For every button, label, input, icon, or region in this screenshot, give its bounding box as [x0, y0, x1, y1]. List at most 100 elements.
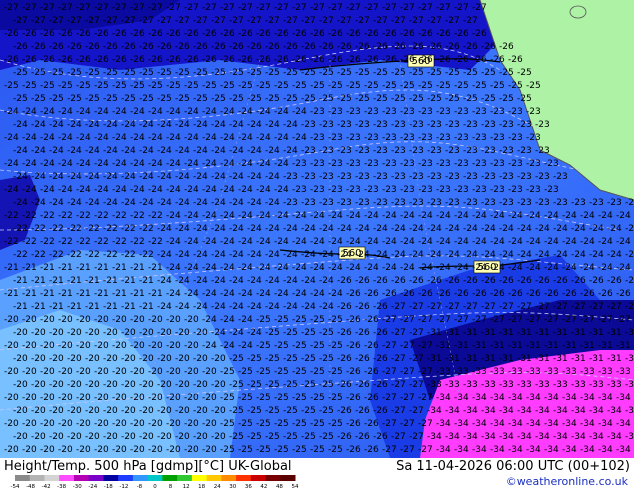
- temperature-label: -24: [436, 237, 451, 247]
- temperature-label: -25: [517, 68, 532, 78]
- temperature-label: -24: [256, 263, 271, 273]
- temperature-label: -34: [508, 393, 523, 403]
- temperature-label: -24: [175, 276, 190, 286]
- temperature-label: -20: [85, 432, 100, 442]
- temperature-label: -24: [229, 224, 244, 234]
- temperature-label: -23: [463, 198, 478, 208]
- temperature-label: -22: [121, 224, 136, 234]
- temperature-label: -26: [346, 315, 361, 325]
- temperature-label: -23: [346, 159, 361, 169]
- temperature-label: -27: [436, 315, 451, 325]
- temperature-label: -22: [94, 211, 109, 221]
- temperature-label: -26: [346, 445, 361, 455]
- temperature-label: -20: [103, 354, 118, 364]
- temperature-label: -24: [67, 172, 82, 182]
- temperature-label: -24: [76, 133, 91, 143]
- temperature-label: -24: [364, 211, 379, 221]
- temperature-label: -24: [85, 198, 100, 208]
- temperature-label: -25: [31, 68, 46, 78]
- temperature-label: -20: [148, 445, 163, 455]
- temperature-label: -26: [508, 289, 523, 299]
- temperature-label: -20: [166, 445, 181, 455]
- temperature-label: -24: [184, 133, 199, 143]
- temperature-label: -24: [553, 224, 568, 234]
- temperature-label: -24: [265, 120, 280, 130]
- temperature-label: -27: [436, 3, 451, 13]
- temperature-label: -27: [400, 367, 415, 377]
- temperature-label: -24: [274, 159, 289, 169]
- temperature-label: -24: [40, 185, 55, 195]
- temperature-label: -20: [184, 315, 199, 325]
- temperature-label: -24: [292, 263, 307, 273]
- temperature-label: -22: [4, 211, 19, 221]
- temperature-label: -25: [247, 94, 262, 104]
- temperature-label: -24: [220, 237, 235, 247]
- temperature-label: -20: [58, 445, 73, 455]
- temperature-label: -26: [472, 289, 487, 299]
- temperature-label: -25: [85, 68, 100, 78]
- temperature-label: -24: [364, 237, 379, 247]
- temperature-label: -23: [364, 133, 379, 143]
- temperature-label: -24: [130, 159, 145, 169]
- temperature-label: -25: [148, 81, 163, 91]
- temperature-label: -25: [445, 68, 460, 78]
- temperature-label: -24: [508, 211, 523, 221]
- temperature-label: -27: [319, 16, 334, 26]
- temperature-label: -27: [409, 406, 424, 416]
- temperature-label: -26: [400, 55, 415, 65]
- temperature-label: -26: [40, 29, 55, 39]
- temperature-label: -26: [463, 276, 478, 286]
- temperature-label: -26: [400, 289, 415, 299]
- temperature-label: -26: [58, 29, 73, 39]
- temperature-label: -26: [373, 302, 388, 312]
- temperature-label: -25: [283, 94, 298, 104]
- temperature-label: -20: [31, 328, 46, 338]
- temperature-label: -23: [445, 146, 460, 156]
- temperature-label: -24: [76, 107, 91, 117]
- temperature-label: -27: [562, 315, 577, 325]
- temperature-label: -24: [193, 276, 208, 286]
- temperature-label: -20: [175, 380, 190, 390]
- temperature-label: -27: [283, 16, 298, 26]
- legend-swatch: [265, 475, 281, 481]
- temperature-label: -26: [571, 276, 586, 286]
- temperature-label: -24: [139, 198, 154, 208]
- temperature-label: -20: [157, 354, 172, 364]
- credit-link[interactable]: ©weatheronline.co.uk: [506, 475, 628, 488]
- temperature-label: -24: [562, 237, 577, 247]
- temperature-label: -27: [94, 3, 109, 13]
- temperature-label: -22: [121, 250, 136, 260]
- temperature-label: -27: [130, 3, 145, 13]
- legend-swatch: [88, 475, 104, 481]
- temperature-label: -20: [184, 445, 199, 455]
- temperature-label: -20: [112, 419, 127, 429]
- temperature-label: -24: [391, 224, 406, 234]
- temperature-label: -26: [85, 42, 100, 52]
- temperature-label: -24: [193, 146, 208, 156]
- temperature-label: -25: [238, 445, 253, 455]
- temperature-label: -26: [418, 55, 433, 65]
- temperature-label: -24: [283, 302, 298, 312]
- temperature-label: -24: [103, 120, 118, 130]
- temperature-label: -24: [31, 146, 46, 156]
- temperature-label: -27: [409, 16, 424, 26]
- temperature-label: -27: [472, 3, 487, 13]
- temperature-label: -34: [481, 406, 496, 416]
- temperature-label: -20: [112, 393, 127, 403]
- temperature-label: -24: [22, 159, 37, 169]
- temperature-label: -33: [598, 367, 613, 377]
- temperature-label: -22: [13, 250, 28, 260]
- temperature-label: -23: [508, 159, 523, 169]
- temperature-label: -24: [418, 263, 433, 273]
- temperature-label: -26: [67, 42, 82, 52]
- temperature-label: -25: [103, 68, 118, 78]
- temperature-label: -25: [328, 419, 343, 429]
- temperature-label: -24: [157, 224, 172, 234]
- legend-tick: -42: [42, 484, 51, 489]
- temperature-label: -26: [94, 55, 109, 65]
- temperature-label: -26: [13, 42, 28, 52]
- temperature-label: -20: [193, 328, 208, 338]
- temperature-label: -27: [544, 315, 559, 325]
- temperature-label: -23: [337, 172, 352, 182]
- temperature-label: -24: [247, 120, 262, 130]
